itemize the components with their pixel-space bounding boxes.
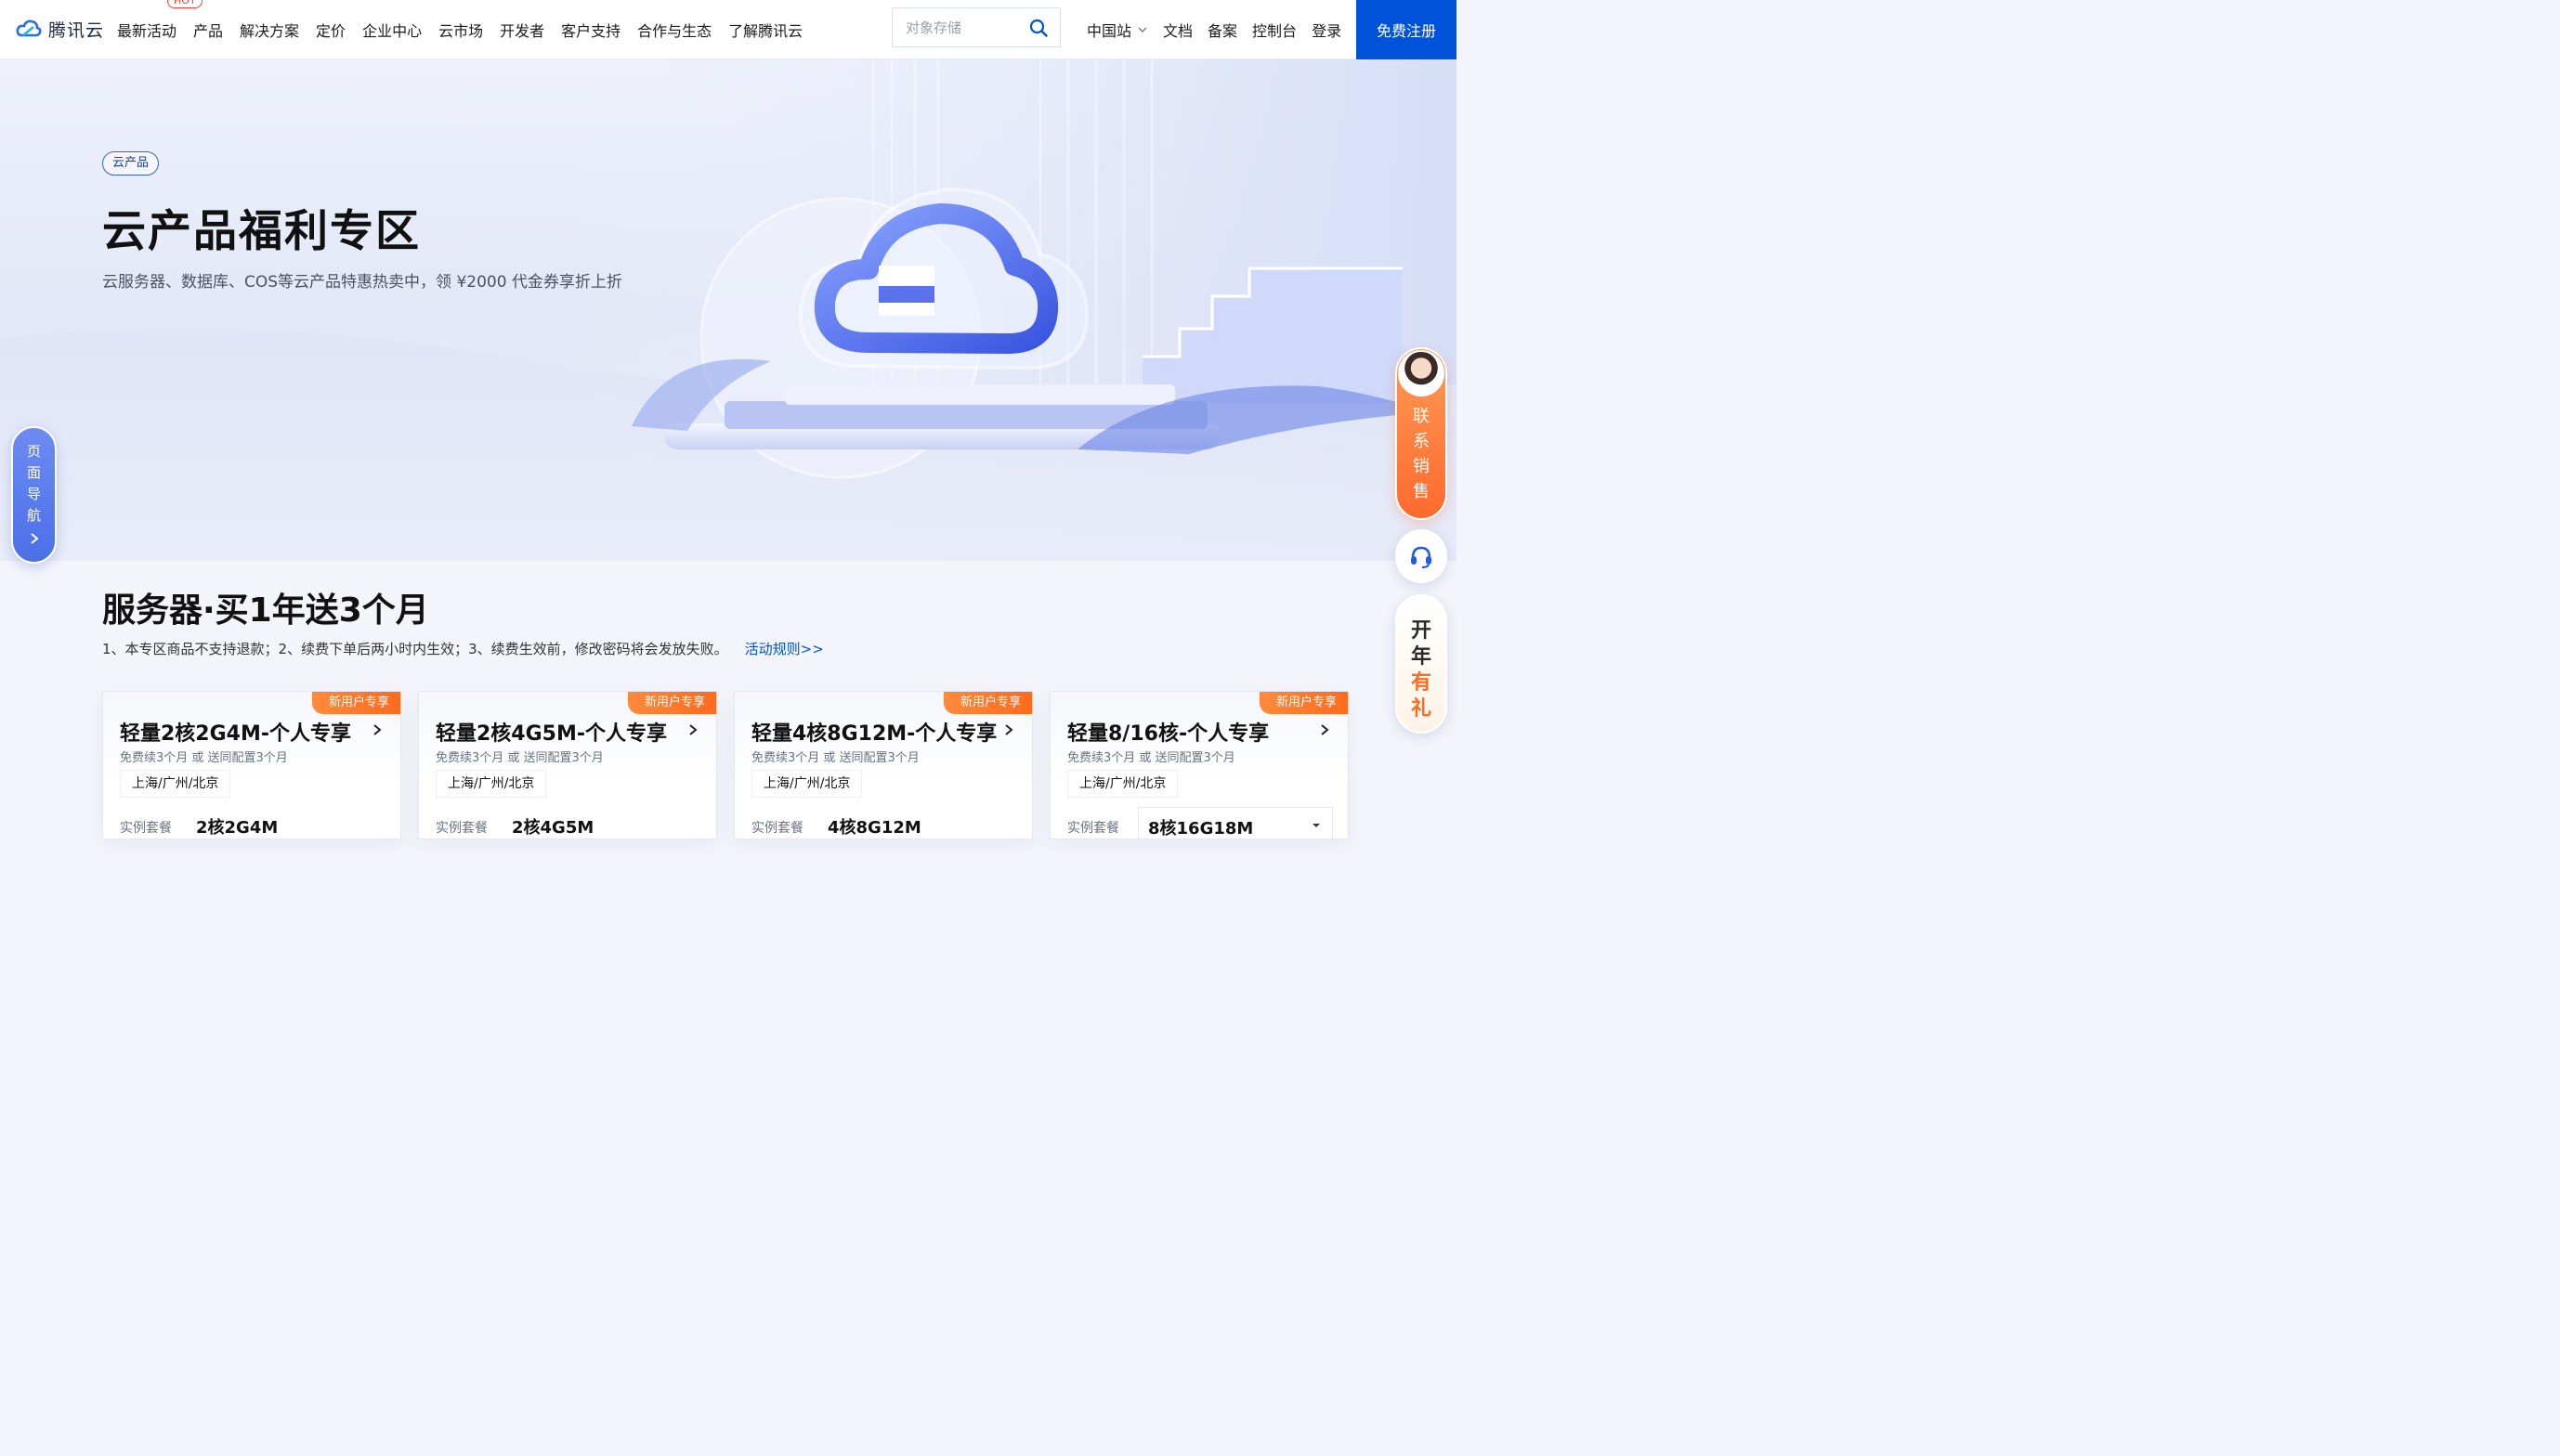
card-title: 轻量2核4G5M-个人专享: [436, 722, 668, 746]
chevron-down-icon: [1138, 27, 1147, 32]
region-chip[interactable]: 上海/广州/北京: [1067, 770, 1179, 798]
card-description: 免费续3个月 或 送同配置3个月: [120, 751, 288, 765]
console-link[interactable]: 控制台: [1252, 19, 1297, 41]
caret-down-icon: [1313, 824, 1320, 827]
card-description: 免费续3个月 或 送同配置3个月: [751, 751, 920, 765]
customer-support-float[interactable]: [1395, 529, 1447, 583]
region-label: 中国站: [1087, 22, 1132, 40]
hero-cloud-illustration: [0, 59, 1456, 561]
right-nav: 中国站 文档 备案 控制台 登录: [1087, 0, 1356, 59]
card-description: 免费续3个月 或 送同配置3个月: [436, 751, 604, 765]
nav-item-latest-activities[interactable]: 最新活动: [117, 19, 176, 41]
new-year-gift-float[interactable]: 开年 有礼: [1395, 594, 1447, 734]
spec-value: 2核2G4M: [196, 818, 279, 838]
spec-value: 4核8G12M: [828, 818, 921, 838]
nav-item-support[interactable]: 客户支持: [561, 19, 620, 41]
nav-item-pricing[interactable]: 定价: [316, 19, 346, 41]
docs-link[interactable]: 文档: [1163, 19, 1193, 41]
top-header: 腾讯云 最新活动 HOT 产品 解决方案 定价 企业中心 云市场 开发者 客户支…: [0, 0, 1456, 59]
region-selector[interactable]: 中国站: [1087, 19, 1148, 41]
search-icon[interactable]: [1028, 18, 1049, 38]
new-user-badge: 新用户专享: [627, 692, 716, 714]
hero-tag: 云产品: [102, 151, 160, 176]
chevron-right-icon[interactable]: [371, 723, 384, 736]
chevron-right-icon[interactable]: [686, 723, 699, 736]
record-link[interactable]: 备案: [1208, 19, 1237, 41]
hero-banner: 云产品 云产品福利专区 云服务器、数据库、COS等云产品特惠热卖中，领 ¥200…: [0, 59, 1456, 561]
sales-avatar: [1398, 350, 1444, 396]
activity-rules-link[interactable]: 活动规则>>: [745, 639, 824, 658]
new-user-badge: 新用户专享: [943, 692, 1032, 714]
hero-subtitle: 云服务器、数据库、COS等云产品特惠热卖中，领 ¥2000 代金券享折上折: [102, 273, 622, 292]
gift-label-top: 开年: [1410, 619, 1431, 669]
search-box: [892, 7, 1061, 47]
gift-label-bottom: 有礼: [1410, 671, 1431, 721]
card-title: 轻量4核8G12M-个人专享: [751, 722, 998, 746]
register-button[interactable]: 免费注册: [1356, 0, 1456, 59]
region-chip[interactable]: 上海/广州/北京: [120, 770, 231, 798]
chevron-right-icon: [30, 533, 39, 544]
login-link[interactable]: 登录: [1312, 19, 1341, 41]
tencent-cloud-logo[interactable]: 腾讯云: [15, 15, 104, 43]
card-title: 轻量2核2G4M-个人专享: [120, 722, 352, 746]
nav-item-solutions[interactable]: 解决方案: [240, 19, 299, 41]
new-user-badge: 新用户专享: [1259, 692, 1348, 714]
search-input[interactable]: [906, 19, 1026, 36]
hot-badge: HOT: [167, 0, 202, 8]
nav-item-partners[interactable]: 合作与生态: [637, 19, 712, 41]
notice-text: 1、本专区商品不支持退款；2、续费下单后两小时内生效；3、续费生效前，修改密码将…: [102, 641, 728, 657]
nav-item-products[interactable]: HOT 产品: [167, 0, 224, 41]
spec-value: 2核4G5M: [512, 818, 594, 838]
spec-label: 实例套餐: [1067, 821, 1119, 836]
spec-label: 实例套餐: [436, 821, 488, 836]
product-card[interactable]: 新用户专享 轻量2核4G5M-个人专享 免费续3个月 或 送同配置3个月 上海/…: [418, 691, 717, 839]
cloud-logo-icon: [16, 20, 42, 37]
hero-title: 云产品福利专区: [102, 206, 421, 257]
product-card[interactable]: 新用户专享 轻量2核2G4M-个人专享 免费续3个月 或 送同配置3个月 上海/…: [102, 691, 401, 839]
chevron-right-icon[interactable]: [1318, 723, 1331, 736]
logo-text: 腾讯云: [48, 20, 105, 41]
nav-item-developers[interactable]: 开发者: [500, 19, 544, 41]
section-notice: 1、本专区商品不支持退款；2、续费下单后两小时内生效；3、续费生效前，修改密码将…: [102, 639, 824, 658]
page-nav-label: 页面导航: [26, 443, 41, 524]
section-title: 服务器·买1年送3个月: [102, 592, 429, 630]
nav-item-about[interactable]: 了解腾讯云: [728, 19, 803, 41]
new-user-badge: 新用户专享: [311, 692, 400, 714]
page-nav-float[interactable]: 页面导航: [11, 426, 57, 564]
chevron-right-icon[interactable]: [1002, 723, 1015, 736]
spec-label: 实例套餐: [751, 821, 803, 836]
product-card[interactable]: 新用户专享 轻量4核8G12M-个人专享 免费续3个月 或 送同配置3个月 上海…: [734, 691, 1033, 839]
spec-value: 8核16G18M: [1148, 819, 1254, 838]
card-title: 轻量8/16核-个人专享: [1067, 722, 1270, 746]
nav-item-products-label: 产品: [193, 22, 224, 40]
headset-icon: [1411, 546, 1431, 568]
nav-item-enterprise[interactable]: 企业中心: [362, 19, 422, 41]
product-card[interactable]: 新用户专享 轻量8/16核-个人专享 免费续3个月 或 送同配置3个月 上海/广…: [1050, 691, 1349, 839]
spec-select[interactable]: 8核16G18M: [1138, 807, 1333, 838]
spec-label: 实例套餐: [120, 821, 172, 836]
contact-sales-float[interactable]: 联系销售: [1395, 347, 1447, 520]
contact-sales-label: 联系销售: [1413, 407, 1430, 501]
card-description: 免费续3个月 或 送同配置3个月: [1067, 751, 1235, 765]
nav-item-marketplace[interactable]: 云市场: [438, 19, 483, 41]
main-nav: 最新活动 HOT 产品 解决方案 定价 企业中心 云市场 开发者 客户支持 合作…: [117, 0, 819, 59]
region-chip[interactable]: 上海/广州/北京: [751, 770, 863, 798]
region-chip[interactable]: 上海/广州/北京: [436, 770, 547, 798]
